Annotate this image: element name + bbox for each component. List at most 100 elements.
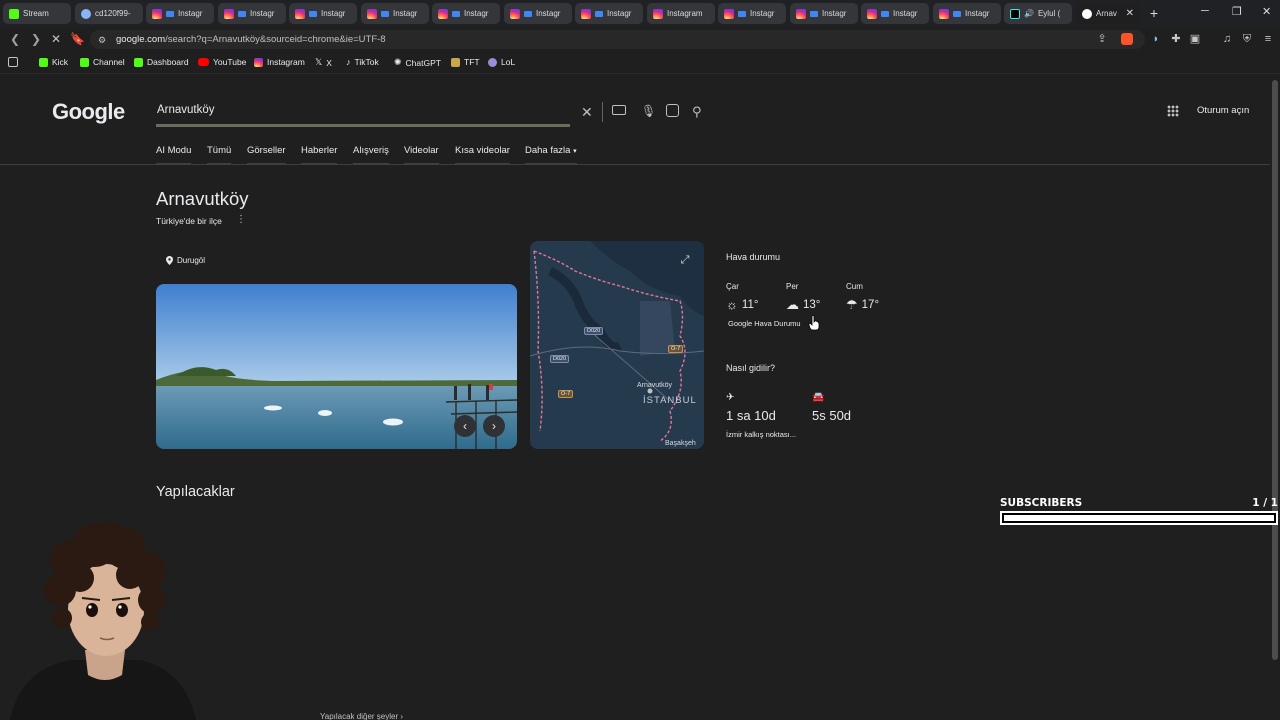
- media-icon[interactable]: ♫: [1221, 33, 1233, 45]
- bookmark-kick[interactable]: Kick: [39, 57, 68, 67]
- search-icon[interactable]: ⚲: [692, 104, 702, 120]
- brave-shield-icon[interactable]: [1121, 33, 1133, 45]
- bookmark-lol[interactable]: LoL: [488, 57, 515, 67]
- mail-icon: [452, 10, 460, 17]
- tab-12[interactable]: Instagr: [861, 3, 929, 24]
- tab-7[interactable]: Instagr: [504, 3, 572, 24]
- bookmark-chatgpt[interactable]: ✺ ChatGPT: [394, 57, 441, 68]
- camera-search-icon[interactable]: [666, 104, 679, 117]
- sign-in-button[interactable]: Oturum açın: [1197, 105, 1249, 116]
- tab-9[interactable]: Instagram: [647, 3, 715, 24]
- vpn-icon[interactable]: ⛨: [1241, 33, 1253, 45]
- restore-icon[interactable]: ❐: [1232, 5, 1242, 18]
- carousel-prev-button[interactable]: ‹: [454, 415, 476, 437]
- google-logo[interactable]: Google: [52, 99, 125, 125]
- lake-photo[interactable]: ‹ ›: [156, 284, 517, 449]
- site-settings-icon[interactable]: ⚙: [96, 34, 108, 46]
- weather-day-name: Per: [786, 282, 799, 291]
- tab-13[interactable]: Instagr: [933, 3, 1001, 24]
- tab-10[interactable]: Instagr: [718, 3, 786, 24]
- tab-2[interactable]: Instagr: [146, 3, 214, 24]
- bookmark-dashboard[interactable]: Dashboard: [134, 57, 189, 67]
- address-bar[interactable]: ⚙ google.com/search?q=Arnavutköy&sourcei…: [90, 30, 1145, 49]
- new-tab-button[interactable]: +: [1146, 5, 1162, 21]
- tabs-divider: [0, 164, 1270, 165]
- apps-grid-icon[interactable]: [8, 57, 18, 67]
- page-scrollbar[interactable]: [1270, 75, 1280, 720]
- tab-1[interactable]: cd120f99-: [75, 3, 143, 24]
- bookmark-youtube[interactable]: YouTube: [198, 57, 246, 67]
- tab-label: Instagr: [893, 9, 918, 18]
- tab-videos[interactable]: Videolar: [404, 145, 439, 165]
- search-box[interactable]: Arnavutköy ✕ 🎙 ⚲: [144, 96, 720, 127]
- google-apps-icon[interactable]: [1167, 105, 1179, 117]
- tab-short-videos[interactable]: Kısa videolar: [455, 145, 510, 165]
- weather-heading[interactable]: Hava durumu: [726, 252, 780, 262]
- more-options-icon[interactable]: ⋮: [236, 214, 246, 225]
- tab-14[interactable]: 🔊 Eylul (: [1004, 3, 1072, 24]
- bookmark-x[interactable]: 𝕏X: [315, 57, 332, 68]
- tab-3[interactable]: Instagr: [218, 3, 286, 24]
- bookmark-channel[interactable]: Channel: [80, 57, 125, 67]
- bookmark-label: Instagram: [267, 57, 305, 67]
- bookmark-tiktok[interactable]: ♪ TikTok: [346, 57, 379, 67]
- weather-forecast[interactable]: Çar ☼ 11° Per ☁ 13° Cum ☂ 17°: [726, 282, 896, 312]
- chatgpt-icon: ✺: [394, 57, 402, 67]
- clear-search-icon[interactable]: ✕: [581, 104, 593, 121]
- kick-icon: [9, 8, 19, 19]
- car-option[interactable]: 🚘 5s 50d: [812, 392, 851, 423]
- stop-loading-icon[interactable]: ✕: [51, 32, 61, 46]
- tab-label: Stream: [23, 9, 49, 18]
- tab-ai-mode[interactable]: AI Modu: [156, 145, 192, 165]
- share-icon[interactable]: ⇪: [1096, 33, 1108, 45]
- minimize-icon[interactable]: ─: [1201, 5, 1209, 17]
- tab-15-active[interactable]: Arnav ✕: [1076, 3, 1140, 24]
- travel-origin-note[interactable]: İzmir kalkış noktası...: [726, 430, 796, 439]
- tab-5[interactable]: Instagr: [361, 3, 429, 24]
- tab-shopping[interactable]: Alışveriş: [353, 145, 389, 165]
- search-input[interactable]: Arnavutköy: [157, 104, 215, 116]
- bookmark-instagram[interactable]: Instagram: [254, 57, 305, 67]
- extensions-icon[interactable]: ✚: [1170, 33, 1182, 45]
- wallet-icon[interactable]: ◗: [1150, 33, 1162, 45]
- microphone-icon[interactable]: 🎙: [641, 104, 656, 118]
- url-path: /search?q=Arnavutköy&sourceid=chrome&ie=…: [165, 34, 386, 45]
- bookmark-icon[interactable]: 🔖: [70, 32, 85, 46]
- tab-images[interactable]: Görseller: [247, 145, 286, 165]
- close-window-icon[interactable]: ✕: [1262, 5, 1271, 18]
- back-icon[interactable]: ❮: [10, 32, 20, 46]
- expand-map-icon[interactable]: ⤢: [676, 251, 694, 269]
- forward-icon[interactable]: ❯: [31, 32, 41, 46]
- instagram-icon: [510, 8, 520, 19]
- tiktok-icon: [1010, 8, 1020, 19]
- tab-6[interactable]: Instagr: [432, 3, 500, 24]
- kick-icon: [39, 57, 48, 67]
- tab-more[interactable]: Daha fazla ▾: [525, 145, 577, 165]
- scrollbar-thumb[interactable]: [1272, 80, 1278, 660]
- flight-option[interactable]: ✈ 1 sa 10d: [726, 392, 776, 423]
- tab-label: Instagr: [822, 9, 847, 18]
- bookmark-tft[interactable]: TFT: [451, 57, 480, 67]
- tab-4[interactable]: Instagr: [289, 3, 357, 24]
- carousel-next-button[interactable]: ›: [483, 415, 505, 437]
- mail-icon: [595, 10, 603, 17]
- tab-11[interactable]: Instagr: [790, 3, 858, 24]
- tab-0[interactable]: Stream: [3, 3, 71, 24]
- flight-duration: 1 sa 10d: [726, 408, 776, 423]
- tab-8[interactable]: Instagr: [575, 3, 643, 24]
- sidebar-icon[interactable]: ▣: [1189, 33, 1201, 45]
- menu-icon[interactable]: ≡: [1262, 33, 1274, 45]
- close-tab-icon[interactable]: ✕: [1126, 8, 1134, 19]
- keyboard-icon[interactable]: [612, 105, 626, 115]
- tab-all[interactable]: Tümü: [207, 145, 232, 165]
- instagram-icon: [867, 8, 877, 19]
- location-map[interactable]: ⤢ D020 O-7 D020 O-7 Arnavutköy İSTANBUL …: [530, 241, 704, 449]
- more-things-to-do-link[interactable]: Yapılacak diğer şeyler ›: [320, 712, 403, 720]
- weather-source-link[interactable]: Google Hava Durumu: [728, 319, 801, 328]
- streamer-avatar: [0, 500, 196, 720]
- mail-icon: [524, 10, 532, 17]
- hand-cursor-icon: [808, 315, 820, 331]
- instagram-icon: [254, 57, 263, 67]
- tab-news[interactable]: Haberler: [301, 145, 338, 165]
- subscribers-label: SUBSCRIBERS: [1000, 497, 1083, 509]
